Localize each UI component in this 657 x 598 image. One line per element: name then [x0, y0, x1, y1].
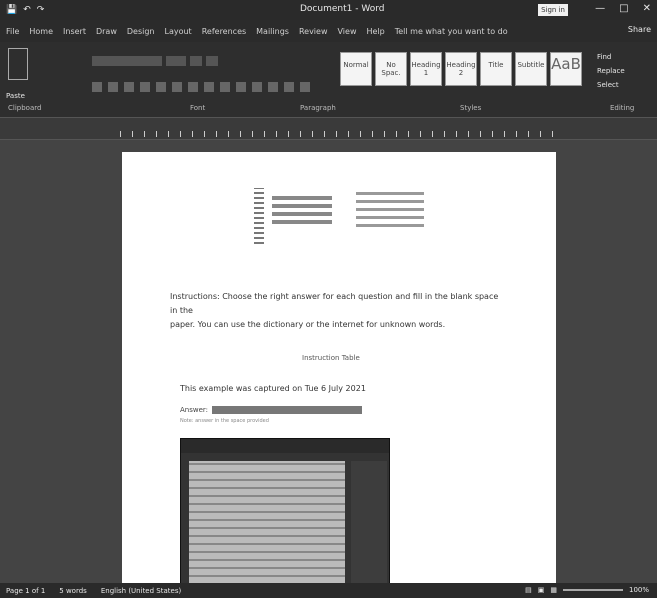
style-subtitle[interactable]: Subtitle	[515, 52, 547, 86]
screenshot-sidebar	[351, 461, 387, 591]
strikethrough-icon[interactable]	[140, 82, 150, 92]
paragraph-line-2: paper. You can use the dictionary or the…	[170, 320, 446, 329]
share-button[interactable]: Share	[628, 25, 651, 34]
redo-icon[interactable]: ↷	[37, 5, 45, 15]
undo-icon[interactable]: ↶	[23, 5, 31, 15]
italic-icon[interactable]	[108, 82, 118, 92]
superscript-icon[interactable]	[172, 82, 182, 92]
ruler-scale	[120, 131, 556, 137]
grow-font-icon[interactable]	[190, 56, 202, 66]
answer-input[interactable]	[212, 406, 363, 414]
answer-field: Answer:	[180, 406, 363, 414]
ruler[interactable]	[0, 128, 657, 140]
tab-file[interactable]: File	[6, 27, 19, 36]
answer-label: Answer:	[180, 406, 209, 414]
close-button[interactable]: ✕	[643, 3, 651, 14]
tab-references[interactable]: References	[202, 27, 246, 36]
ribbon-group-labels: Clipboard Font Paragraph Styles Editing	[0, 104, 657, 116]
read-mode-icon[interactable]: ▤	[525, 586, 532, 594]
group-label-paragraph: Paragraph	[300, 104, 336, 112]
subscript-icon[interactable]	[156, 82, 166, 92]
align-left-icon[interactable]	[252, 82, 262, 92]
tab-view[interactable]: View	[338, 27, 357, 36]
sign-in-button[interactable]: Sign in	[538, 4, 568, 16]
ribbon-home: Paste Normal No Spac. Heading 1 Heading …	[0, 42, 657, 118]
underline-icon[interactable]	[124, 82, 134, 92]
document-page[interactable]: Instructions: Choose the right answer fo…	[122, 152, 556, 598]
find-button[interactable]: Find	[597, 50, 625, 64]
tab-review[interactable]: Review	[299, 27, 328, 36]
minimize-button[interactable]: —	[595, 3, 605, 14]
window-title: Document1 - Word	[300, 4, 385, 14]
web-layout-icon[interactable]: ▦	[550, 586, 557, 594]
quick-access-toolbar: 💾 ↶ ↷	[0, 5, 44, 15]
format-buttons	[92, 82, 310, 92]
tab-mailings[interactable]: Mailings	[256, 27, 289, 36]
group-label-editing: Editing	[610, 104, 635, 112]
paragraph-line-1: Instructions: Choose the right answer fo…	[170, 292, 499, 315]
group-label-font: Font	[190, 104, 206, 112]
highlight-icon[interactable]	[188, 82, 198, 92]
page-count[interactable]: Page 1 of 1	[6, 587, 45, 595]
style-heading-2[interactable]: Heading 2	[445, 52, 477, 86]
zoom-controls: ▤ ▣ ▦ 100%	[525, 586, 649, 594]
tab-insert[interactable]: Insert	[63, 27, 86, 36]
font-size-select[interactable]	[166, 56, 186, 66]
logo-text-block-right	[356, 192, 424, 232]
small-note: Note: answer in the space provided	[180, 418, 269, 424]
justify-icon[interactable]	[300, 82, 310, 92]
shrink-font-icon[interactable]	[206, 56, 218, 66]
zoom-level[interactable]: 100%	[629, 586, 649, 594]
tab-design[interactable]: Design	[127, 27, 155, 36]
font-controls	[92, 56, 218, 66]
logo	[254, 188, 424, 248]
screenshot-image	[189, 461, 345, 591]
editing-group: Find Replace Select	[597, 50, 625, 92]
replace-button[interactable]: Replace	[597, 64, 625, 78]
tell-me-search[interactable]: Tell me what you want to do	[395, 27, 508, 36]
tab-draw[interactable]: Draw	[96, 27, 117, 36]
style-heading-1[interactable]: Heading 1	[410, 52, 442, 86]
ribbon-tabs: File Home Insert Draw Design Layout Refe…	[0, 20, 657, 42]
style-normal[interactable]: Normal	[340, 52, 372, 86]
logo-text-block	[272, 196, 332, 228]
bold-icon[interactable]	[92, 82, 102, 92]
tab-home[interactable]: Home	[29, 27, 53, 36]
bullets-icon[interactable]	[220, 82, 230, 92]
select-button[interactable]: Select	[597, 78, 625, 92]
subheading: This example was captured on Tue 6 July …	[180, 384, 366, 393]
font-name-select[interactable]	[92, 56, 162, 66]
word-count[interactable]: 5 words	[59, 587, 87, 595]
instructions-paragraph: Instructions: Choose the right answer fo…	[170, 290, 500, 332]
caption: Instruction Table	[302, 354, 360, 362]
tab-layout[interactable]: Layout	[165, 27, 192, 36]
screenshot-toolbar	[181, 439, 389, 453]
paste-icon[interactable]	[8, 48, 28, 80]
zoom-slider[interactable]	[562, 589, 623, 591]
document-canvas: Instructions: Choose the right answer fo…	[0, 140, 657, 598]
language[interactable]: English (United States)	[101, 587, 181, 595]
title-bar: 💾 ↶ ↷ Document1 - Word Sign in — □ ✕	[0, 0, 657, 20]
numbering-icon[interactable]	[236, 82, 246, 92]
save-icon[interactable]: 💾	[6, 5, 17, 15]
font-color-icon[interactable]	[204, 82, 214, 92]
print-layout-icon[interactable]: ▣	[538, 586, 545, 594]
group-label-clipboard: Clipboard	[8, 104, 42, 112]
word-window: 💾 ↶ ↷ Document1 - Word Sign in — □ ✕ Fil…	[0, 0, 657, 598]
tab-help[interactable]: Help	[366, 27, 384, 36]
align-right-icon[interactable]	[284, 82, 294, 92]
paste-label[interactable]: Paste	[6, 92, 25, 100]
styles-gallery: Normal No Spac. Heading 1 Heading 2 Titl…	[340, 52, 582, 86]
style-title[interactable]: Title	[480, 52, 512, 86]
group-label-styles: Styles	[460, 104, 482, 112]
window-controls: — □ ✕	[595, 3, 651, 14]
logo-mark	[254, 188, 264, 244]
embedded-screenshot	[180, 438, 390, 598]
align-center-icon[interactable]	[268, 82, 278, 92]
style-no-spacing[interactable]: No Spac.	[375, 52, 407, 86]
status-bar: Page 1 of 1 5 words English (United Stat…	[0, 583, 657, 598]
style-preview[interactable]: AaB	[550, 52, 582, 86]
maximize-button[interactable]: □	[619, 3, 628, 14]
